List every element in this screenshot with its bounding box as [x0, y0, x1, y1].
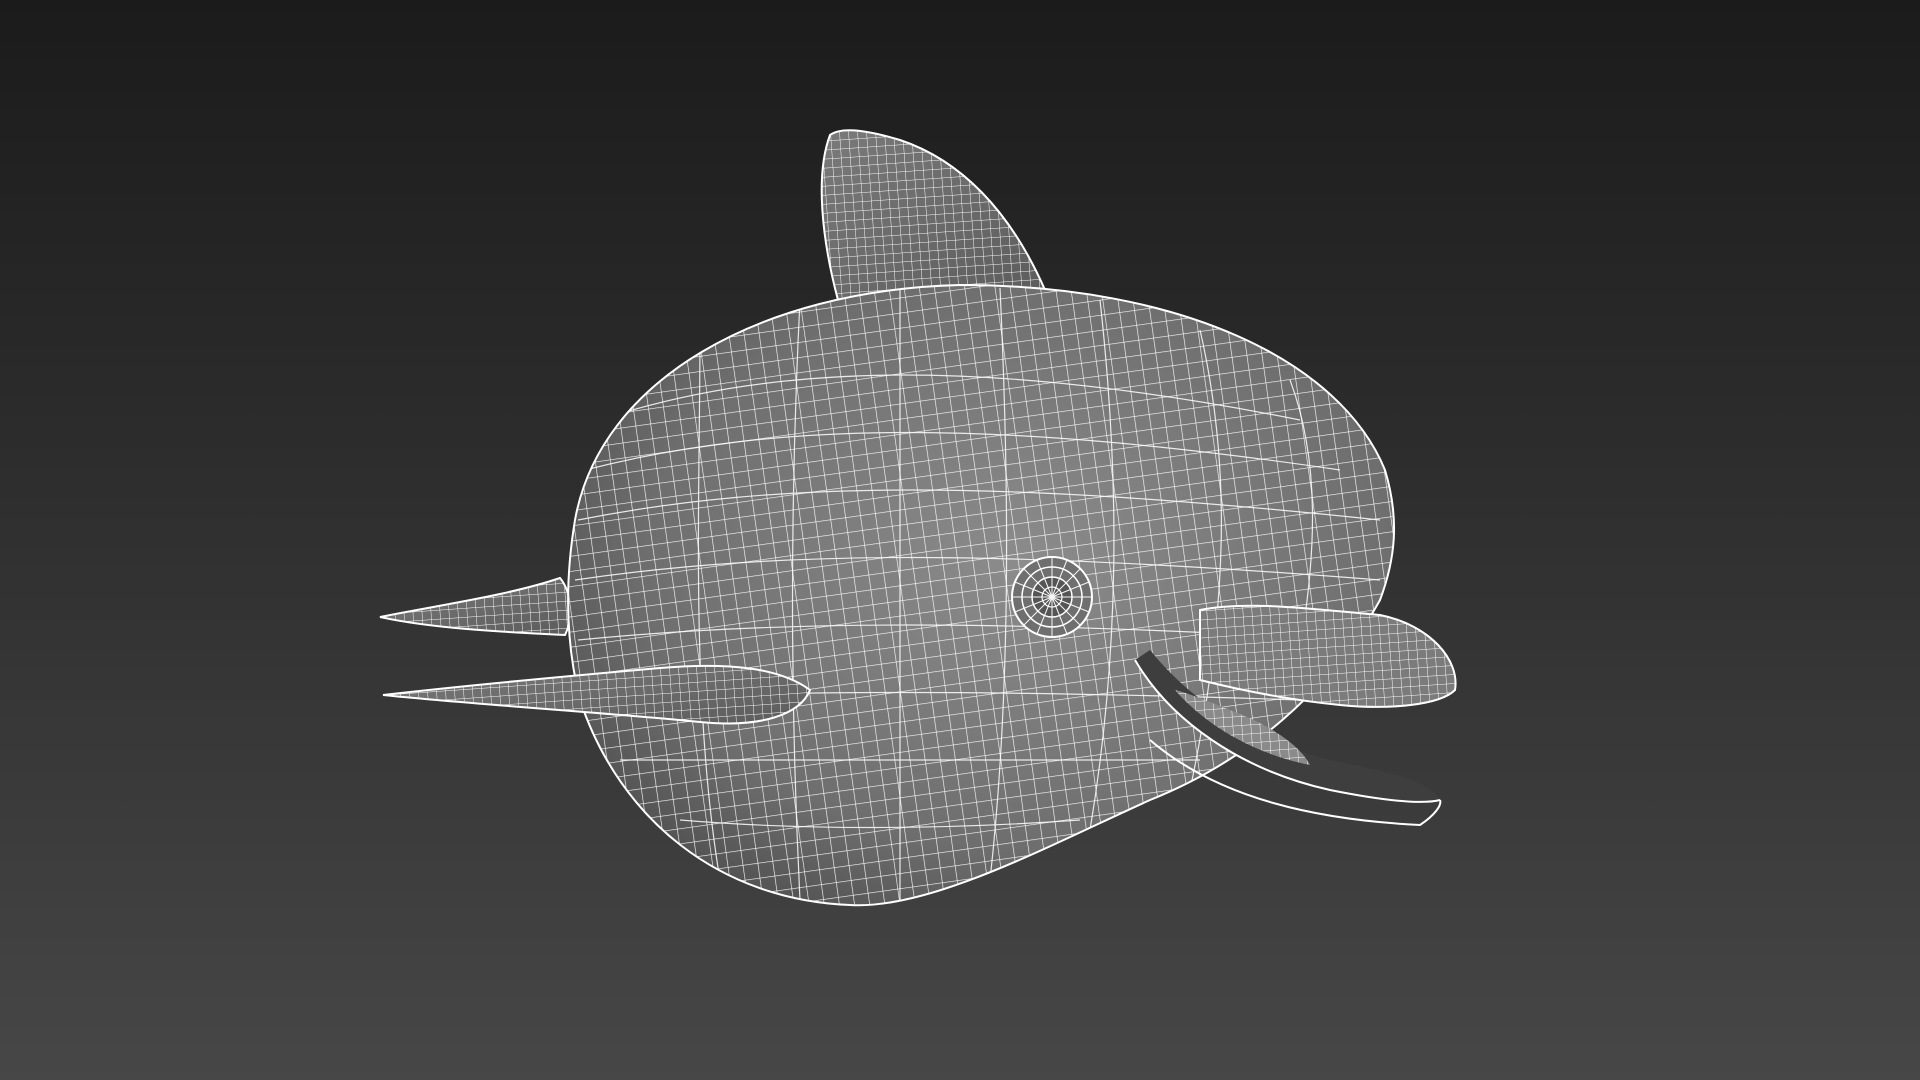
- pectoral-fin-back: [379, 576, 572, 637]
- dolphin-body: [567, 284, 1396, 907]
- dolphin-eye: [1011, 556, 1093, 638]
- model-render: [379, 129, 1457, 907]
- 3d-viewport[interactable]: [0, 0, 1920, 1080]
- dorsal-fin: [820, 129, 1047, 302]
